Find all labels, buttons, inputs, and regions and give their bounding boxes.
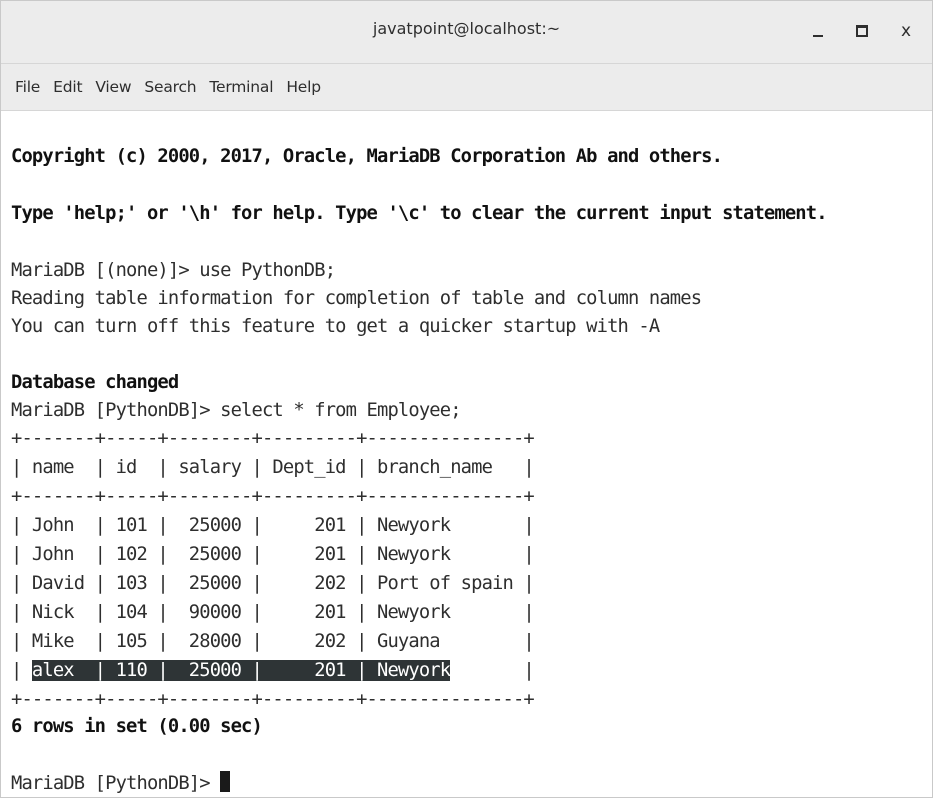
close-icon: x [900, 21, 912, 41]
terminal-output[interactable]: Copyright (c) 2000, 2017, Oracle, MariaD… [1, 111, 932, 797]
table-row: | John | 101 | 25000 | 201 | Newyork | [11, 515, 535, 536]
menu-search[interactable]: Search [138, 78, 202, 96]
table-border-bottom: +-------+-----+--------+---------+------… [11, 689, 535, 710]
turn-off-info-line: You can turn off this feature to get a q… [11, 316, 660, 337]
maximize-icon [856, 25, 868, 37]
use-command-line: MariaDB [(none)]> use PythonDB; [11, 260, 336, 281]
window-title: javatpoint@localhost:~ [372, 19, 561, 38]
menu-help[interactable]: Help [280, 78, 327, 96]
menu-edit[interactable]: Edit [47, 78, 88, 96]
result-summary-line: 6 rows in set (0.00 sec) [11, 716, 263, 737]
help-hint-line: Type 'help;' or '\h' for help. Type '\c'… [11, 203, 828, 224]
reading-info-line: Reading table information for completion… [11, 288, 702, 309]
table-row: | Nick | 104 | 90000 | 201 | Newyork | [11, 602, 535, 623]
row-prefix: | [11, 660, 32, 681]
maximize-button[interactable] [840, 15, 884, 47]
prompt-text: MariaDB [PythonDB]> [11, 773, 221, 794]
table-row: | David | 103 | 25000 | 202 | Port of sp… [11, 573, 535, 594]
table-row: | Mike | 105 | 28000 | 202 | Guyana | [11, 631, 535, 652]
minimize-icon [813, 35, 823, 37]
text-cursor [220, 771, 231, 792]
terminal-window: javatpoint@localhost:~ x File Edit View … [0, 0, 933, 798]
table-row-selected: | alex | 110 | 25000 | 201 | Newyork | [11, 656, 535, 685]
window-controls: x [796, 15, 928, 47]
prompt-line[interactable]: MariaDB [PythonDB]> [11, 769, 231, 797]
table-row: | John | 102 | 25000 | 201 | Newyork | [11, 544, 535, 565]
menu-bar: File Edit View Search Terminal Help [1, 64, 932, 111]
database-changed-line: Database changed [11, 372, 179, 393]
copyright-line: Copyright (c) 2000, 2017, Oracle, MariaD… [11, 146, 723, 167]
menu-file[interactable]: File [9, 78, 46, 96]
title-bar[interactable]: javatpoint@localhost:~ x [1, 1, 932, 64]
row-suffix: | [450, 660, 534, 681]
table-header-row: | name | id | salary | Dept_id | branch_… [11, 457, 535, 478]
minimize-button[interactable] [796, 15, 840, 47]
selected-text[interactable]: alex | 110 | 25000 | 201 | Newyork [31, 660, 451, 681]
menu-view[interactable]: View [89, 78, 137, 96]
menu-terminal[interactable]: Terminal [203, 78, 279, 96]
table-border-top: +-------+-----+--------+---------+------… [11, 428, 535, 449]
table-border-mid: +-------+-----+--------+---------+------… [11, 486, 535, 507]
close-button[interactable]: x [884, 15, 928, 47]
select-command-line: MariaDB [PythonDB]> select * from Employ… [11, 400, 462, 421]
